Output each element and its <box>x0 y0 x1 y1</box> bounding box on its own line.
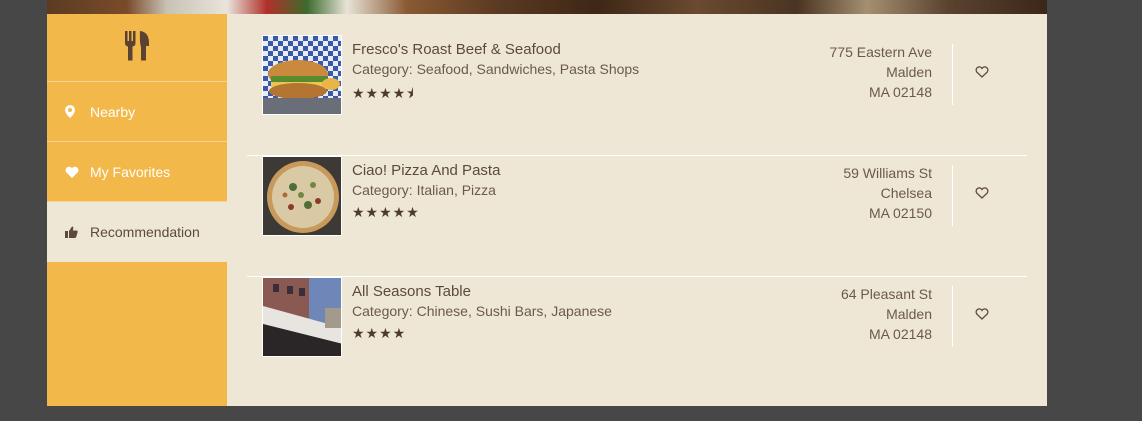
sidebar-item-my-favorites[interactable]: My Favorites <box>47 142 227 202</box>
address-street: 775 Eastern Ave <box>829 44 932 60</box>
heart-outline-icon <box>975 65 989 83</box>
map-pin-icon <box>65 105 90 118</box>
restaurant-card[interactable]: Ciao! Pizza And Pasta Category: Italian,… <box>247 156 1027 277</box>
heart-outline-icon <box>975 307 989 325</box>
logo <box>47 14 227 82</box>
heart-icon <box>65 166 90 178</box>
star-rating: ★★★★★ <box>352 204 420 220</box>
address-state-zip: MA 02148 <box>868 326 932 342</box>
sidebar: Nearby My Favorites Recommendation <box>47 14 227 406</box>
sidebar-item-label: Recommendation <box>90 224 200 240</box>
sidebar-item-label: My Favorites <box>90 163 171 180</box>
restaurant-photo <box>262 156 342 236</box>
restaurant-address: 775 Eastern Ave Malden MA 02148 <box>830 42 932 102</box>
sidebar-item-recommendation[interactable]: Recommendation <box>47 202 227 262</box>
favorite-button[interactable] <box>972 65 992 83</box>
restaurant-info: Fresco's Roast Beef & Seafood Category: … <box>352 40 639 107</box>
address-city: Malden <box>886 64 932 80</box>
restaurant-category: Category: Seafood, Sandwiches, Pasta Sho… <box>352 61 640 77</box>
restaurant-photo <box>262 35 342 115</box>
address-city: Malden <box>886 306 932 322</box>
restaurant-address: 59 Williams St Chelsea MA 02150 <box>843 163 932 223</box>
restaurant-photo <box>262 277 342 357</box>
restaurant-info: Ciao! Pizza And Pasta Category: Italian,… <box>352 161 500 221</box>
restaurant-card[interactable]: All Seasons Table Category: Chinese, Sus… <box>247 277 1027 398</box>
restaurant-name[interactable]: All Seasons Table <box>352 282 612 302</box>
restaurant-category: Category: Italian, Pizza <box>352 182 496 198</box>
heart-outline-icon <box>975 186 989 204</box>
star-rating: ★★★★ <box>352 325 407 341</box>
divider <box>952 286 953 347</box>
favorite-button[interactable] <box>972 186 992 204</box>
restaurant-info: All Seasons Table Category: Chinese, Sus… <box>352 282 612 342</box>
sidebar-item-nearby[interactable]: Nearby <box>47 82 227 142</box>
restaurant-list: Fresco's Roast Beef & Seafood Category: … <box>247 35 1027 398</box>
restaurant-name[interactable]: Ciao! Pizza And Pasta <box>352 161 500 181</box>
address-state-zip: MA 02148 <box>868 84 932 100</box>
thumbs-up-icon <box>65 226 90 238</box>
address-state-zip: MA 02150 <box>868 205 932 221</box>
restaurant-category: Category: Chinese, Sushi Bars, Japanese <box>352 303 612 319</box>
sidebar-item-label: Nearby <box>90 103 136 120</box>
address-street: 64 Pleasant St <box>840 286 932 302</box>
restaurant-card[interactable]: Fresco's Roast Beef & Seafood Category: … <box>247 35 1027 156</box>
favorite-button[interactable] <box>972 307 992 325</box>
restaurant-name[interactable]: Fresco's Roast Beef & Seafood <box>352 40 639 60</box>
divider <box>952 44 953 105</box>
fork-knife-icon <box>124 29 150 66</box>
restaurant-address: 64 Pleasant St Malden MA 02148 <box>841 284 932 344</box>
divider <box>952 165 953 226</box>
address-street: 59 Williams St <box>843 165 932 181</box>
app-window: Nearby My Favorites Recommendation Fresc… <box>47 0 1047 406</box>
header-food-photo <box>47 0 1047 14</box>
star-rating: ★★★★⯨ <box>352 85 415 101</box>
address-city: Chelsea <box>880 185 932 201</box>
